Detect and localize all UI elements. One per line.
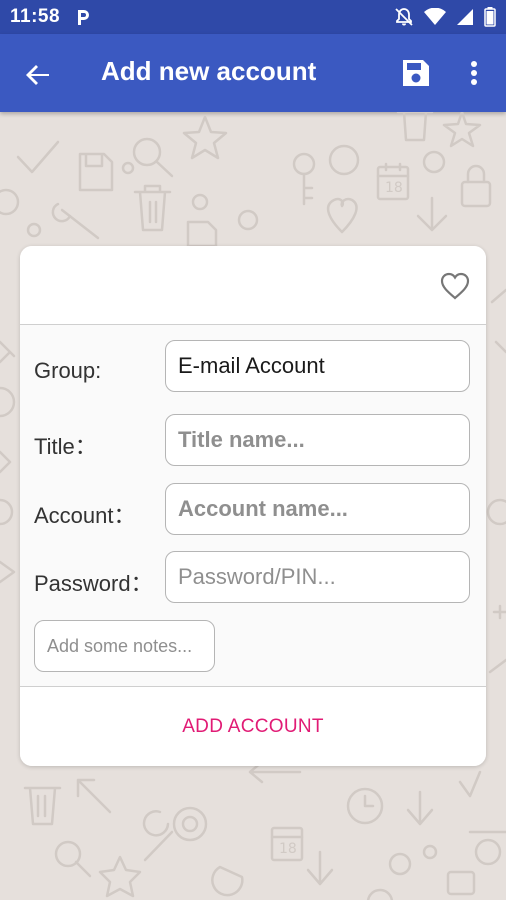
notes-input[interactable]: Add some notes...: [34, 620, 215, 672]
battery-icon: [484, 7, 496, 27]
title-input[interactable]: Title name...: [165, 414, 470, 466]
password-label: Password：: [34, 571, 153, 596]
status-time: 11:58: [10, 6, 61, 27]
card-header: [20, 246, 486, 325]
do-not-disturb-icon: [395, 8, 413, 26]
status-bar: 11:58: [0, 0, 506, 34]
back-arrow-icon[interactable]: [22, 59, 54, 91]
page-title: Add new account: [101, 56, 317, 86]
password-input[interactable]: Password/PIN...: [165, 551, 470, 603]
account-label: Account：: [34, 503, 136, 528]
title-label: Title：: [34, 434, 97, 459]
group-select[interactable]: E-mail Account: [165, 340, 470, 392]
add-account-card: Group: E-mail Account Title： Title name.…: [20, 246, 486, 766]
more-vert-icon[interactable]: [462, 57, 486, 89]
save-icon[interactable]: [400, 57, 432, 89]
wifi-icon: [424, 8, 446, 25]
group-label: Group:: [34, 358, 102, 383]
svg-text:18: 18: [279, 841, 297, 857]
card-footer: ADD ACCOUNT: [20, 686, 486, 766]
signal-icon: [457, 9, 473, 25]
account-input[interactable]: Account name...: [165, 483, 470, 535]
parking-icon: [78, 10, 89, 25]
app-bar: Add new account: [0, 34, 506, 112]
add-account-button[interactable]: ADD ACCOUNT: [20, 687, 486, 766]
heart-outline-icon[interactable]: [439, 270, 471, 302]
svg-text:18: 18: [385, 180, 403, 196]
